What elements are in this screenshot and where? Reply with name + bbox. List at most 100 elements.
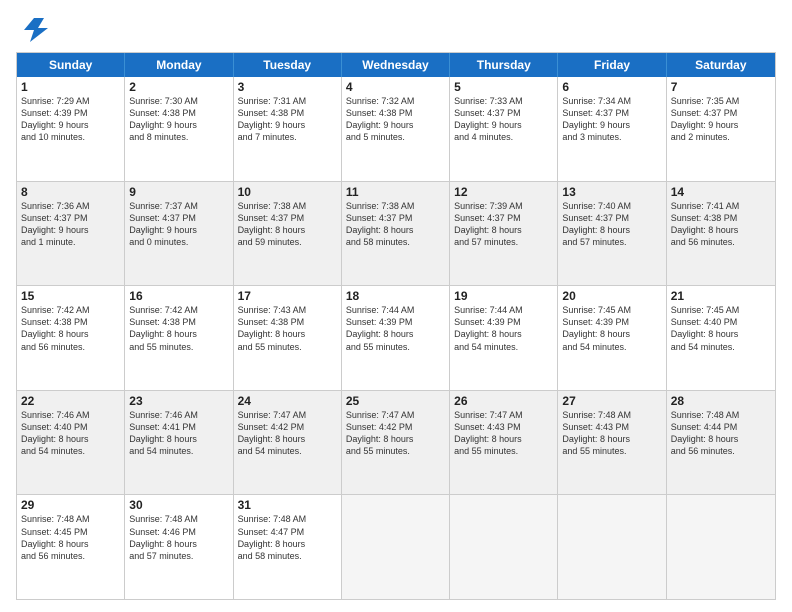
cell-line: Daylight: 9 hours [21,224,120,236]
cell-line: Daylight: 8 hours [238,433,337,445]
cell-line: Daylight: 8 hours [562,224,661,236]
cell-line: Sunset: 4:38 PM [129,107,228,119]
day-number: 20 [562,289,661,303]
cell-line: and 55 minutes. [129,341,228,353]
calendar-cell-4-3: 24Sunrise: 7:47 AMSunset: 4:42 PMDayligh… [234,391,342,495]
cell-line: and 0 minutes. [129,236,228,248]
calendar-cell-2-6: 13Sunrise: 7:40 AMSunset: 4:37 PMDayligh… [558,182,666,286]
header [16,12,776,44]
cell-line: Sunset: 4:37 PM [454,212,553,224]
day-number: 12 [454,185,553,199]
cell-line: Daylight: 8 hours [238,224,337,236]
cell-line: Sunset: 4:39 PM [454,316,553,328]
cell-line: and 5 minutes. [346,131,445,143]
cell-line: Daylight: 8 hours [238,328,337,340]
calendar-header-wednesday: Wednesday [342,53,450,77]
cell-line: Sunrise: 7:39 AM [454,200,553,212]
cell-line: Sunset: 4:37 PM [562,107,661,119]
cell-line: Sunrise: 7:42 AM [21,304,120,316]
cell-line: Daylight: 9 hours [129,119,228,131]
calendar-cell-2-3: 10Sunrise: 7:38 AMSunset: 4:37 PMDayligh… [234,182,342,286]
day-number: 28 [671,394,771,408]
cell-line: Daylight: 9 hours [129,224,228,236]
cell-line: Sunset: 4:40 PM [21,421,120,433]
day-number: 17 [238,289,337,303]
cell-line: Sunrise: 7:48 AM [671,409,771,421]
cell-line: and 57 minutes. [454,236,553,248]
day-number: 19 [454,289,553,303]
cell-line: Daylight: 8 hours [454,433,553,445]
cell-line: and 7 minutes. [238,131,337,143]
day-number: 22 [21,394,120,408]
cell-line: Sunrise: 7:31 AM [238,95,337,107]
cell-line: and 59 minutes. [238,236,337,248]
cell-line: and 57 minutes. [562,236,661,248]
calendar-cell-4-1: 22Sunrise: 7:46 AMSunset: 4:40 PMDayligh… [17,391,125,495]
calendar-cell-5-3: 31Sunrise: 7:48 AMSunset: 4:47 PMDayligh… [234,495,342,599]
cell-line: Sunrise: 7:48 AM [129,513,228,525]
calendar-cell-1-4: 4Sunrise: 7:32 AMSunset: 4:38 PMDaylight… [342,77,450,181]
cell-line: Sunrise: 7:48 AM [238,513,337,525]
cell-line: Sunrise: 7:29 AM [21,95,120,107]
calendar: SundayMondayTuesdayWednesdayThursdayFrid… [16,52,776,600]
day-number: 7 [671,80,771,94]
calendar-row-1: 1Sunrise: 7:29 AMSunset: 4:39 PMDaylight… [17,77,775,182]
cell-line: Sunrise: 7:48 AM [21,513,120,525]
cell-line: Daylight: 8 hours [346,224,445,236]
cell-line: and 56 minutes. [671,445,771,457]
cell-line: Sunrise: 7:48 AM [562,409,661,421]
calendar-cell-1-7: 7Sunrise: 7:35 AMSunset: 4:37 PMDaylight… [667,77,775,181]
cell-line: Sunrise: 7:43 AM [238,304,337,316]
cell-line: Daylight: 9 hours [562,119,661,131]
cell-line: and 54 minutes. [671,341,771,353]
cell-line: Sunset: 4:38 PM [129,316,228,328]
day-number: 3 [238,80,337,94]
cell-line: Daylight: 8 hours [129,433,228,445]
cell-line: and 54 minutes. [238,445,337,457]
cell-line: and 3 minutes. [562,131,661,143]
cell-line: Sunset: 4:39 PM [346,316,445,328]
cell-line: Daylight: 8 hours [454,224,553,236]
calendar-cell-2-5: 12Sunrise: 7:39 AMSunset: 4:37 PMDayligh… [450,182,558,286]
cell-line: Sunrise: 7:36 AM [21,200,120,212]
cell-line: and 55 minutes. [454,445,553,457]
cell-line: Sunset: 4:37 PM [129,212,228,224]
cell-line: Sunset: 4:38 PM [346,107,445,119]
cell-line: Sunrise: 7:47 AM [238,409,337,421]
cell-line: Sunset: 4:37 PM [346,212,445,224]
day-number: 16 [129,289,228,303]
cell-line: Daylight: 8 hours [562,433,661,445]
cell-line: Sunset: 4:42 PM [346,421,445,433]
cell-line: Sunrise: 7:42 AM [129,304,228,316]
cell-line: and 8 minutes. [129,131,228,143]
cell-line: Sunset: 4:37 PM [238,212,337,224]
calendar-cell-2-4: 11Sunrise: 7:38 AMSunset: 4:37 PMDayligh… [342,182,450,286]
calendar-cell-4-7: 28Sunrise: 7:48 AMSunset: 4:44 PMDayligh… [667,391,775,495]
day-number: 8 [21,185,120,199]
cell-line: and 56 minutes. [21,550,120,562]
day-number: 5 [454,80,553,94]
cell-line: Sunrise: 7:33 AM [454,95,553,107]
day-number: 6 [562,80,661,94]
day-number: 11 [346,185,445,199]
logo-icon [16,12,48,44]
cell-line: Sunrise: 7:38 AM [346,200,445,212]
cell-line: Sunrise: 7:46 AM [21,409,120,421]
cell-line: Daylight: 8 hours [346,433,445,445]
cell-line: Sunrise: 7:46 AM [129,409,228,421]
day-number: 4 [346,80,445,94]
cell-line: Daylight: 9 hours [454,119,553,131]
cell-line: Sunset: 4:38 PM [21,316,120,328]
calendar-cell-4-4: 25Sunrise: 7:47 AMSunset: 4:42 PMDayligh… [342,391,450,495]
cell-line: Sunrise: 7:44 AM [454,304,553,316]
cell-line: Sunrise: 7:34 AM [562,95,661,107]
calendar-cell-1-1: 1Sunrise: 7:29 AMSunset: 4:39 PMDaylight… [17,77,125,181]
cell-line: Daylight: 9 hours [238,119,337,131]
logo [16,12,52,44]
cell-line: and 55 minutes. [346,445,445,457]
cell-line: Sunset: 4:42 PM [238,421,337,433]
calendar-row-4: 22Sunrise: 7:46 AMSunset: 4:40 PMDayligh… [17,391,775,496]
cell-line: and 56 minutes. [21,341,120,353]
cell-line: Daylight: 9 hours [21,119,120,131]
cell-line: Daylight: 8 hours [346,328,445,340]
